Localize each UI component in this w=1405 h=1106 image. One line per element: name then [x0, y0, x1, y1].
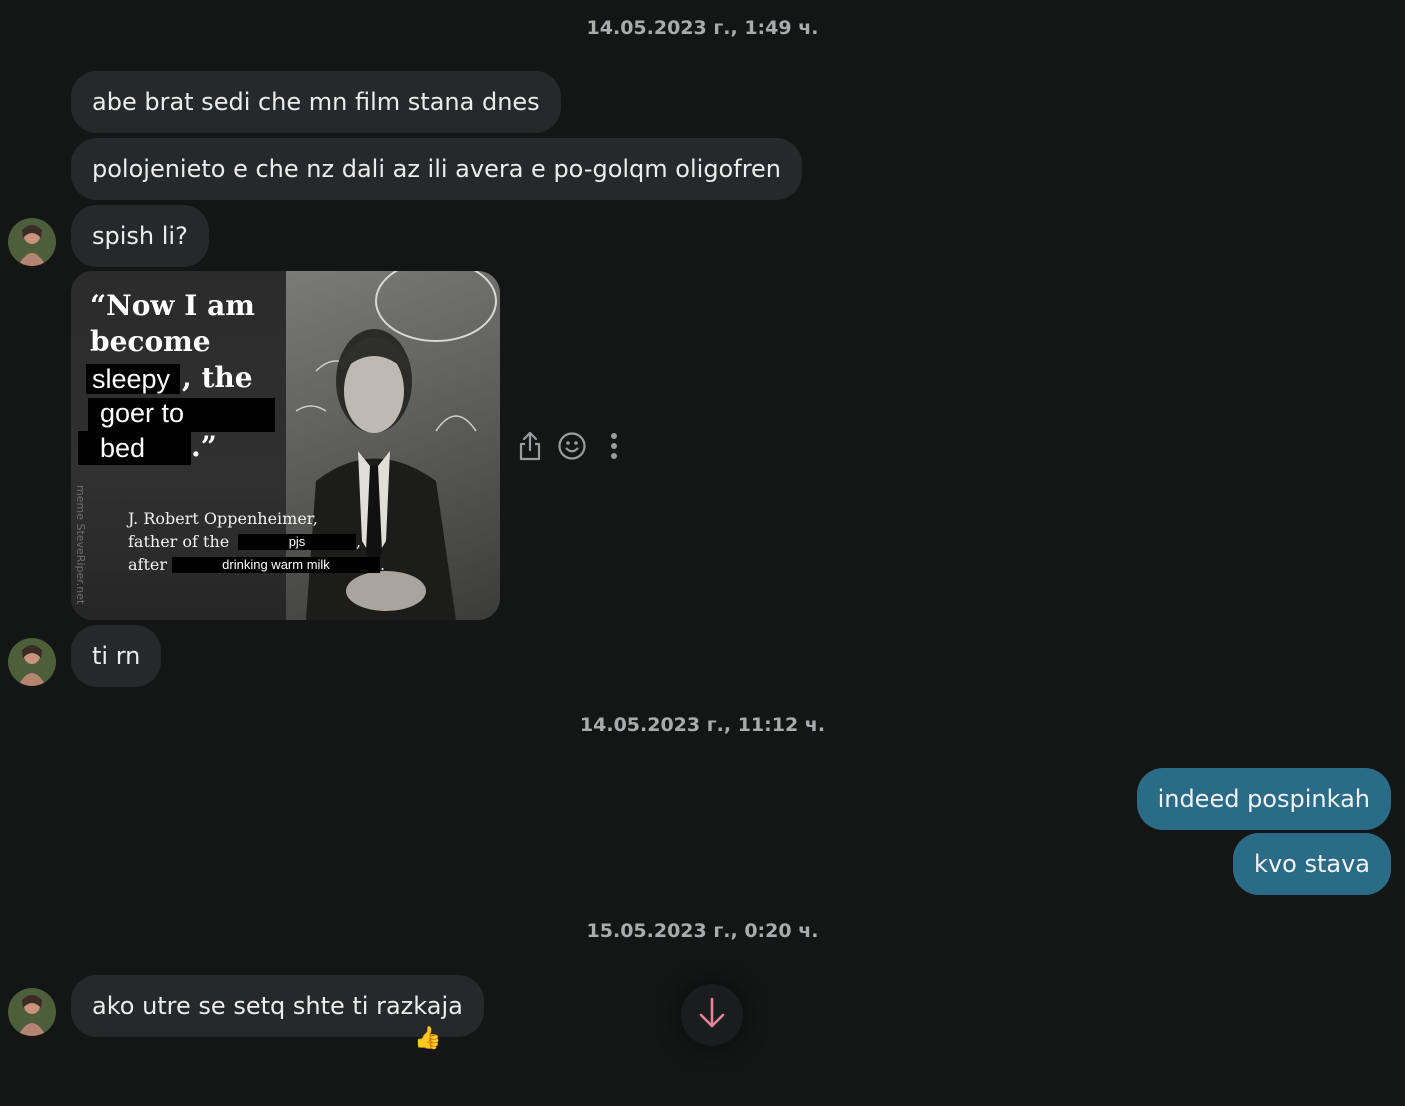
- date-separator: 14.05.2023 г., 1:49 ч.: [586, 17, 819, 39]
- meme-quote-line: become: [90, 325, 211, 358]
- meme-redacted-word: sleepy: [86, 364, 180, 394]
- meme-attribution: father of the: [128, 532, 230, 551]
- meme-quote-line: , the: [182, 361, 253, 394]
- incoming-message[interactable]: spish li?: [71, 205, 209, 267]
- meme-attribution: J. Robert Oppenheimer,: [128, 509, 318, 528]
- date-separator: 15.05.2023 г., 0:20 ч.: [586, 920, 819, 942]
- emoji-icon[interactable]: [556, 429, 588, 463]
- thumbs-up-reaction[interactable]: 👍: [414, 1024, 441, 1054]
- meme-quote-close: .”: [191, 430, 217, 463]
- arrow-down-icon: [697, 996, 727, 1034]
- meme-attribution: after: [128, 555, 168, 574]
- contact-avatar[interactable]: [8, 988, 56, 1036]
- meme-quote-line: “Now I am: [90, 289, 255, 322]
- outgoing-message[interactable]: kvo stava: [1233, 833, 1391, 895]
- incoming-message[interactable]: polojenieto e che nz dali az ili avera e…: [71, 138, 803, 200]
- contact-avatar[interactable]: [8, 218, 56, 266]
- more-vertical-icon[interactable]: [598, 429, 630, 463]
- contact-avatar[interactable]: [8, 638, 56, 686]
- meme-attribution: .: [380, 555, 386, 574]
- meme-watermark: meme SteveRiper.net: [74, 485, 87, 605]
- meme-image[interactable]: “Now I am become sleepy , the goer to be…: [71, 271, 500, 620]
- incoming-message[interactable]: ti rn: [71, 625, 162, 687]
- chat-thread: 14.05.2023 г., 1:49 ч. abe brat sedi che…: [0, 0, 1405, 1106]
- meme-redacted-word: pjs: [238, 534, 356, 550]
- meme-redacted-word: bed: [78, 431, 191, 465]
- meme-redacted-word: drinking warm milk: [172, 557, 380, 573]
- scroll-to-bottom-button[interactable]: [681, 984, 743, 1046]
- date-separator: 14.05.2023 г., 11:12 ч.: [579, 714, 826, 736]
- incoming-message[interactable]: abe brat sedi che mn film stana dnes: [71, 71, 561, 133]
- meme-redacted-word: goer to: [88, 398, 275, 432]
- meme-attribution: ,: [356, 532, 362, 551]
- outgoing-message[interactable]: indeed pospinkah: [1136, 768, 1391, 830]
- share-icon[interactable]: [514, 429, 546, 463]
